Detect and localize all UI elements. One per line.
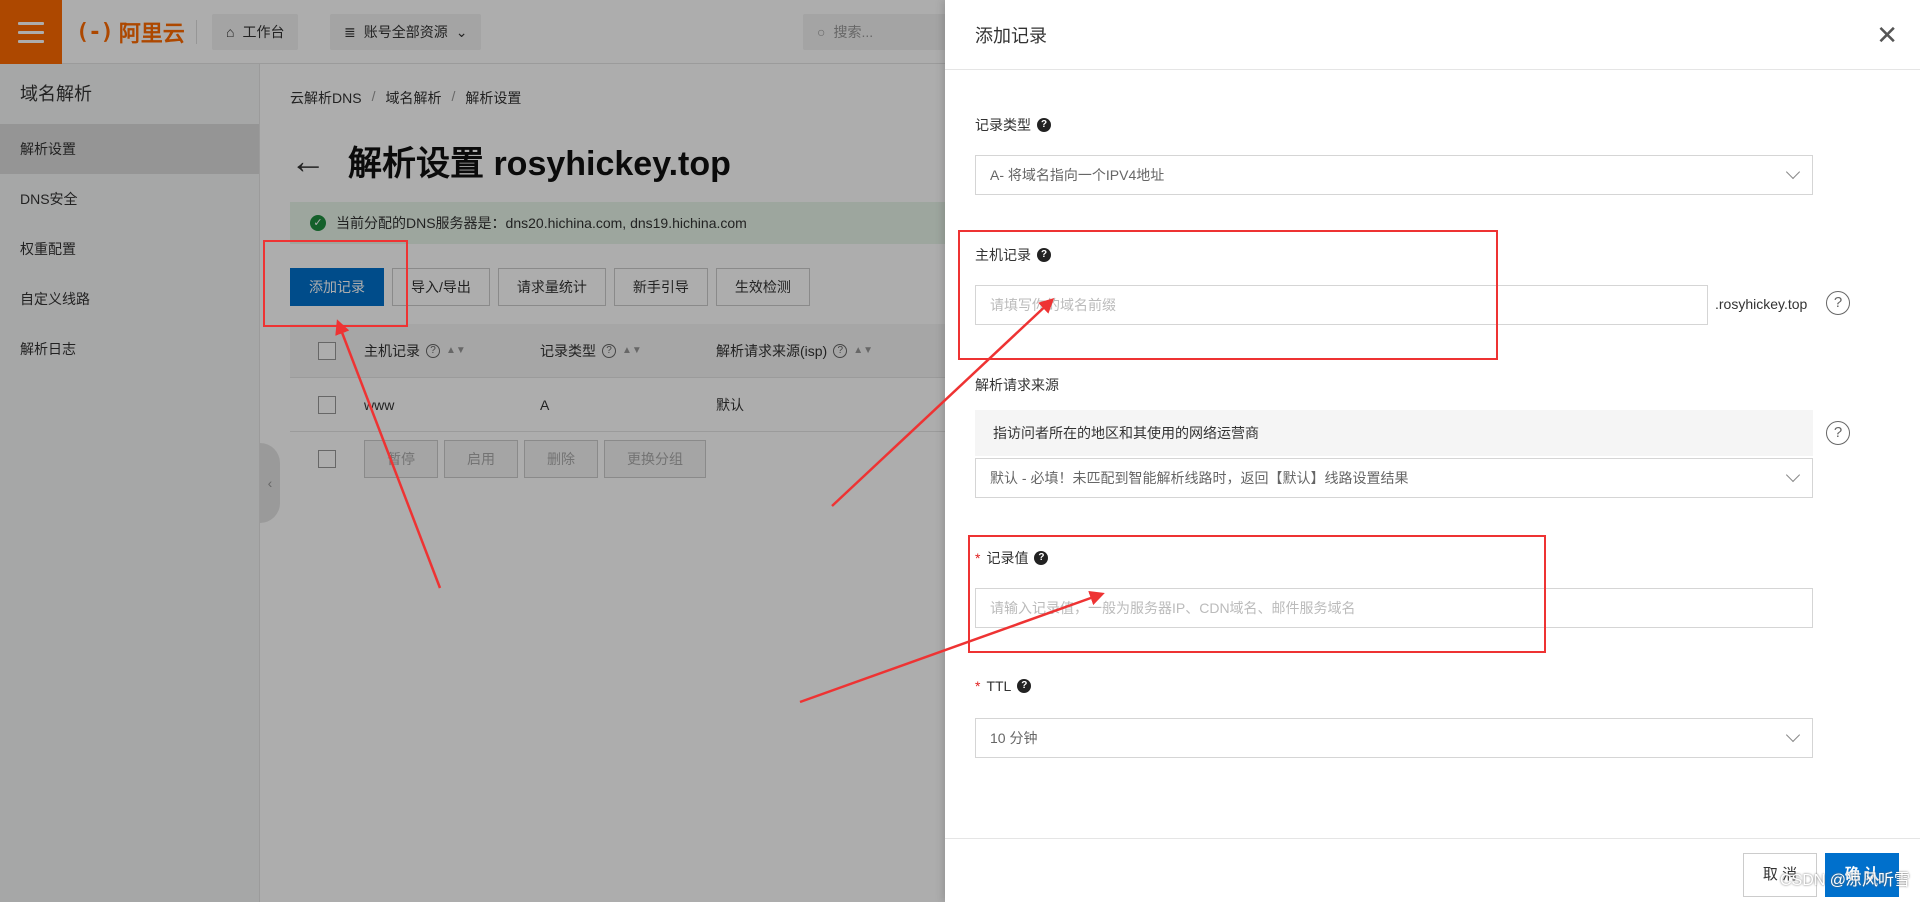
drawer-footer: 取 消 确 认: [945, 838, 1920, 902]
ttl-label: * TTL ?: [975, 678, 1032, 694]
label-text: TTL: [986, 678, 1012, 694]
drawer-title: 添加记录: [945, 0, 1920, 70]
annotation-box-add-record: [263, 240, 408, 327]
required-mark: *: [975, 678, 981, 694]
record-type-label: 记录类型 ?: [975, 115, 1051, 135]
csdn-watermark: CSDN @凉风听雪: [1779, 872, 1910, 889]
chevron-down-icon: [1785, 164, 1801, 180]
annotation-box-host-record: [958, 230, 1498, 360]
select-value: 10 分钟: [990, 730, 1038, 746]
domain-suffix: .rosyhickey.top: [1715, 296, 1808, 312]
select-value: A- 将域名指向一个IPV4地址: [990, 167, 1165, 183]
annotation-box-record-value: [968, 535, 1546, 653]
record-type-select[interactable]: A- 将域名指向一个IPV4地址: [975, 155, 1813, 195]
help-circle-icon[interactable]: ?: [1826, 291, 1850, 315]
isp-source-select[interactable]: 默认 - 必填！未匹配到智能解析线路时，返回【默认】线路设置结果: [975, 458, 1813, 498]
chevron-down-icon: [1785, 467, 1801, 483]
ttl-select[interactable]: 10 分钟: [975, 718, 1813, 758]
select-value: 默认 - 必填！未匹配到智能解析线路时，返回【默认】线路设置结果: [990, 470, 1409, 486]
help-icon[interactable]: ?: [1017, 679, 1032, 693]
help-icon[interactable]: ?: [1037, 118, 1051, 132]
label-text: 解析请求来源: [975, 377, 1059, 393]
close-icon[interactable]: ✕: [1876, 22, 1898, 48]
add-record-drawer: 添加记录 ✕ 记录类型 ? A- 将域名指向一个IPV4地址 主机记录 ? 请填…: [945, 0, 1920, 902]
isp-source-hint: 指访问者所在的地区和其使用的网络运营商: [975, 410, 1813, 456]
help-circle-icon[interactable]: ?: [1826, 421, 1850, 445]
label-text: 记录类型: [975, 117, 1031, 133]
isp-source-label: 解析请求来源: [975, 375, 1059, 395]
chevron-down-icon: [1785, 727, 1801, 743]
modal-overlay[interactable]: [0, 0, 945, 902]
